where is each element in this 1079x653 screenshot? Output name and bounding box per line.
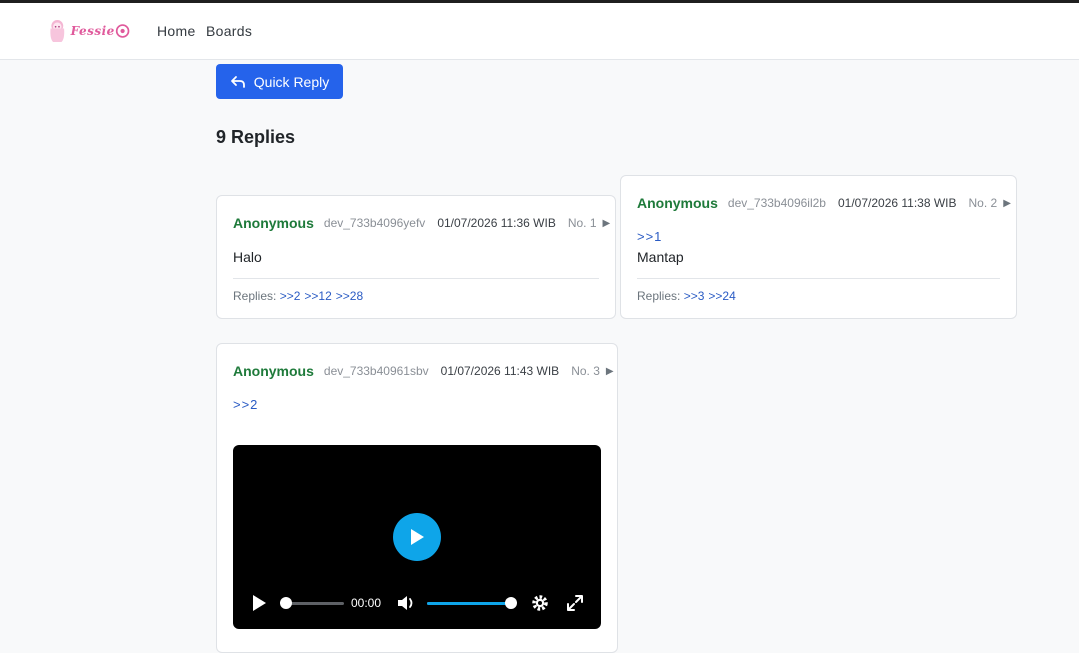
quote-link[interactable]: >>2 bbox=[233, 397, 258, 412]
divider bbox=[233, 278, 599, 279]
post-card-2: Anonymous dev_733b4096il2b 01/07/2026 11… bbox=[620, 175, 1017, 319]
volume-fill bbox=[427, 602, 511, 605]
post-number[interactable]: No. 2 bbox=[969, 196, 998, 210]
nav-boards-link[interactable]: Boards bbox=[206, 23, 252, 39]
post-card-1: Anonymous dev_733b4096yefv 01/07/2026 11… bbox=[216, 195, 616, 319]
post-header: Anonymous dev_733b4096yefv 01/07/2026 11… bbox=[233, 214, 610, 232]
mute-button[interactable] bbox=[395, 593, 417, 613]
post-date: 01/07/2026 11:38 WIB bbox=[837, 196, 957, 210]
post-card-3: Anonymous dev_733b40961sbv 01/07/2026 11… bbox=[216, 343, 618, 653]
post-message: Mantap bbox=[637, 249, 684, 265]
nav-home-link[interactable]: Home bbox=[157, 23, 196, 39]
reply-link[interactable]: >>2 bbox=[280, 289, 301, 303]
poster-id: dev_733b40961sbv bbox=[323, 364, 429, 378]
poster-name: Anonymous bbox=[637, 195, 718, 211]
poster-id: dev_733b4096yefv bbox=[323, 216, 426, 230]
expand-toggle-icon[interactable]: ▶ bbox=[606, 366, 614, 377]
play-icon bbox=[253, 595, 266, 611]
big-play-button[interactable] bbox=[393, 513, 441, 561]
video-player[interactable]: 00:00 bbox=[233, 445, 601, 629]
logo-mascot-icon bbox=[50, 20, 65, 42]
post-date: 01/07/2026 11:36 WIB bbox=[437, 216, 556, 230]
expand-toggle-icon[interactable]: ▶ bbox=[1003, 198, 1011, 209]
reply-link[interactable]: >>24 bbox=[708, 289, 735, 303]
replies-count-heading: 9 Replies bbox=[216, 127, 296, 147]
fullscreen-button[interactable] bbox=[564, 593, 586, 613]
reply-link[interactable]: >>28 bbox=[336, 289, 363, 303]
post-header: Anonymous dev_733b4096il2b 01/07/2026 11… bbox=[637, 194, 1011, 212]
fullscreen-icon bbox=[567, 595, 583, 611]
post-header: Anonymous dev_733b40961sbv 01/07/2026 11… bbox=[233, 362, 614, 380]
quick-reply-button[interactable]: Quick Reply bbox=[216, 64, 343, 99]
post-number[interactable]: No. 3 bbox=[571, 364, 600, 378]
current-time: 00:00 bbox=[351, 596, 382, 610]
replies-label: Replies: bbox=[233, 289, 277, 303]
logo-flower-icon bbox=[115, 24, 130, 38]
poster-id: dev_733b4096il2b bbox=[727, 196, 826, 210]
play-button[interactable] bbox=[249, 593, 269, 613]
reply-arrow-icon bbox=[230, 75, 245, 88]
post-date: 01/07/2026 11:43 WIB bbox=[440, 364, 560, 378]
gear-icon bbox=[532, 595, 548, 611]
reply-link[interactable]: >>12 bbox=[304, 289, 331, 303]
poster-name: Anonymous bbox=[233, 215, 314, 231]
seek-handle[interactable] bbox=[280, 597, 292, 609]
replies-label: Replies: bbox=[637, 289, 681, 303]
reply-link[interactable]: >>3 bbox=[684, 289, 705, 303]
volume-handle[interactable] bbox=[505, 597, 517, 609]
site-logo[interactable]: Fessie bbox=[48, 15, 130, 47]
quote-link[interactable]: >>1 bbox=[637, 229, 662, 244]
logo-text: Fessie bbox=[70, 24, 115, 38]
post-replies: Replies: >>3 >>24 bbox=[637, 289, 740, 303]
video-controls: 00:00 bbox=[233, 593, 601, 613]
divider bbox=[637, 278, 1000, 279]
poster-name: Anonymous bbox=[233, 363, 314, 379]
volume-icon bbox=[398, 596, 413, 610]
post-replies: Replies: >>2 >>12 >>28 bbox=[233, 289, 367, 303]
navbar: Fessie Home Boards bbox=[0, 3, 1079, 60]
expand-toggle-icon[interactable]: ▶ bbox=[603, 218, 611, 229]
settings-button[interactable] bbox=[529, 593, 551, 613]
quick-reply-label: Quick Reply bbox=[253, 73, 330, 90]
post-message: Halo bbox=[233, 249, 262, 265]
post-number[interactable]: No. 1 bbox=[568, 216, 597, 230]
play-icon bbox=[411, 529, 424, 545]
seek-bar[interactable] bbox=[286, 602, 344, 605]
